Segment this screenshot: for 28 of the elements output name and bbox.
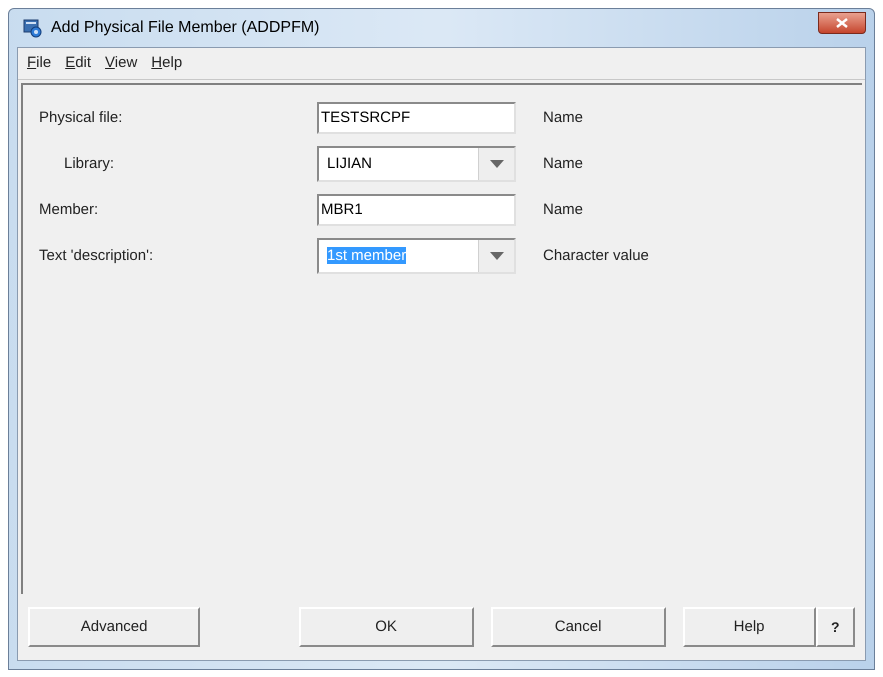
field-value: LIJIAN (327, 154, 372, 172)
close-button[interactable] (818, 12, 866, 34)
dialog-button[interactable]: Cancel (490, 607, 666, 647)
field-hint: Name (543, 154, 584, 174)
field-label: Text 'description': (39, 247, 154, 264)
app-icon (23, 18, 43, 38)
field-value: MBR1 (321, 200, 363, 220)
menu-item[interactable]: Help (151, 52, 182, 75)
field-label: Member: (39, 201, 98, 218)
menu-item[interactable]: File (27, 52, 52, 75)
close-icon (836, 18, 848, 28)
help-button[interactable]: ? (816, 607, 855, 647)
text-field[interactable]: TESTSRCPF (317, 102, 516, 134)
field-hint: Name (543, 108, 584, 128)
menu-item[interactable]: Edit (65, 52, 92, 75)
menu-item[interactable]: View (105, 52, 138, 75)
field-hint: Character value (543, 246, 649, 266)
field-value: 1st member (327, 246, 406, 264)
combo-box[interactable]: LIJIAN (317, 146, 516, 182)
text-field[interactable]: MBR1 (317, 194, 516, 226)
field-label: Library: (64, 155, 114, 172)
field-label: Physical file: (39, 109, 122, 126)
dialog-button[interactable]: OK (298, 607, 474, 647)
dialog-button[interactable]: Advanced (28, 607, 200, 647)
field-value: TESTSRCPF (321, 108, 410, 128)
window-title: Add Physical File Member (ADDPFM) (51, 18, 320, 38)
dialog-button[interactable]: Help (682, 607, 816, 647)
field-hint: Name (543, 200, 584, 220)
